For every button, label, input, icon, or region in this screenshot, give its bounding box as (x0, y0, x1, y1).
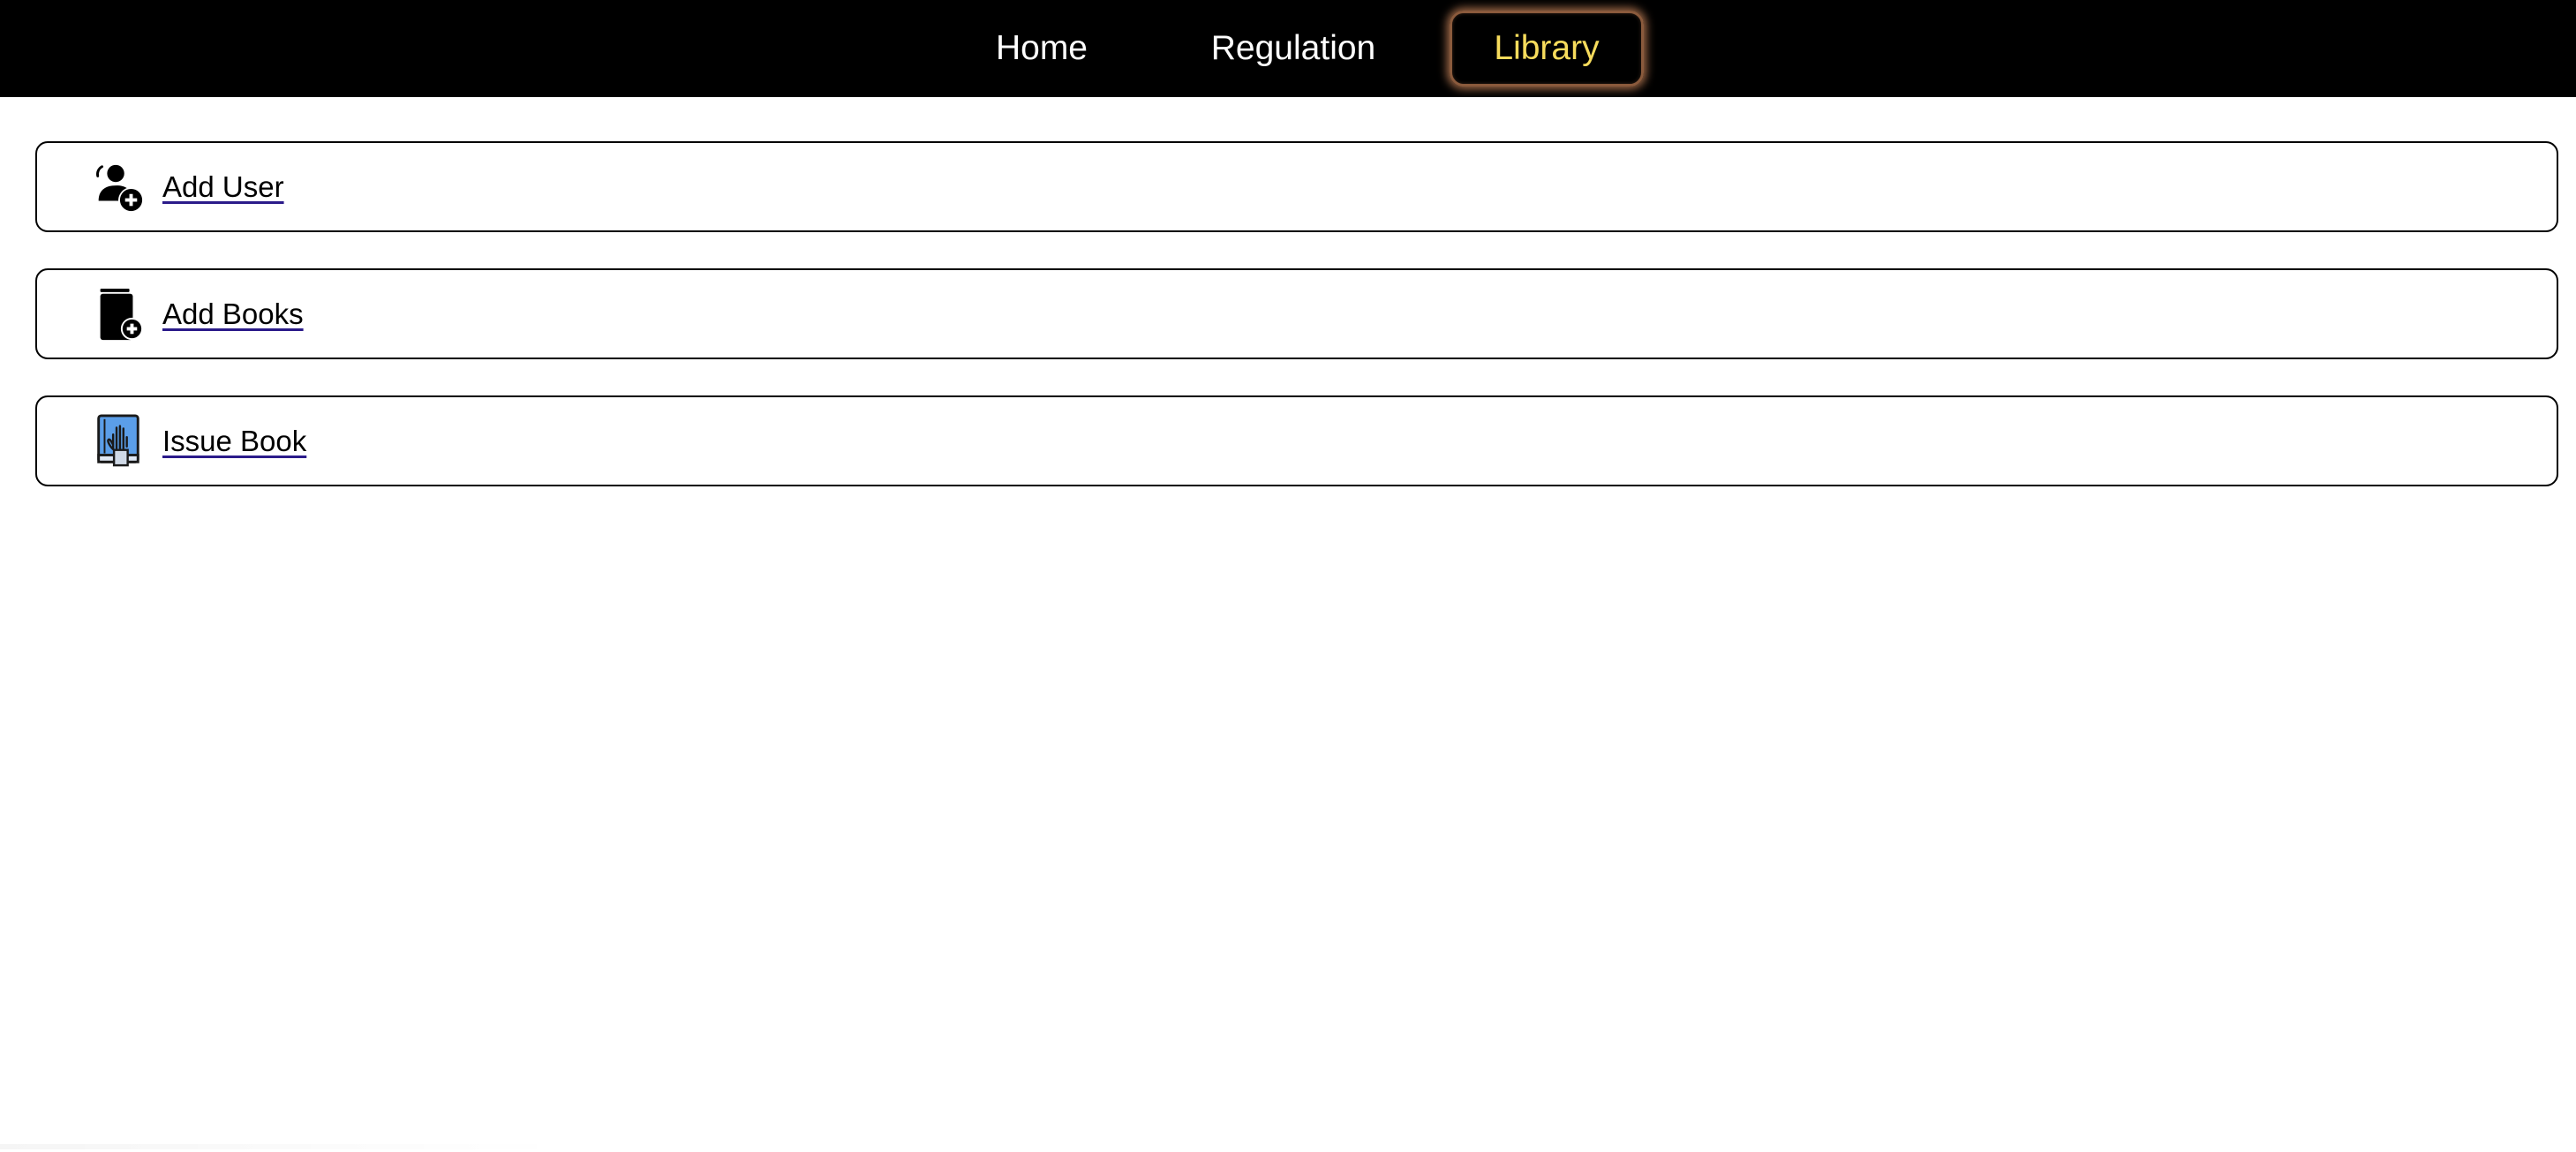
issue-book-link[interactable]: Issue Book (162, 425, 306, 458)
add-books-link[interactable]: Add Books (162, 297, 304, 331)
add-user-link[interactable]: Add User (162, 170, 284, 204)
nav-item-regulation[interactable]: Regulation (1187, 11, 1399, 87)
add-book-icon (90, 287, 145, 342)
nav-item-library-active[interactable]: Library (1450, 11, 1644, 87)
issue-book-icon (90, 413, 145, 469)
add-user-icon (90, 160, 145, 215)
nav-item-home[interactable]: Home (967, 11, 1117, 87)
top-navigation-bar: Home Regulation Library (0, 0, 2576, 97)
bottom-scroll-shadow (0, 1144, 565, 1149)
add-user-card[interactable]: Add User (35, 141, 2558, 232)
issue-book-card[interactable]: Issue Book (35, 395, 2558, 486)
add-books-card[interactable]: Add Books (35, 268, 2558, 359)
